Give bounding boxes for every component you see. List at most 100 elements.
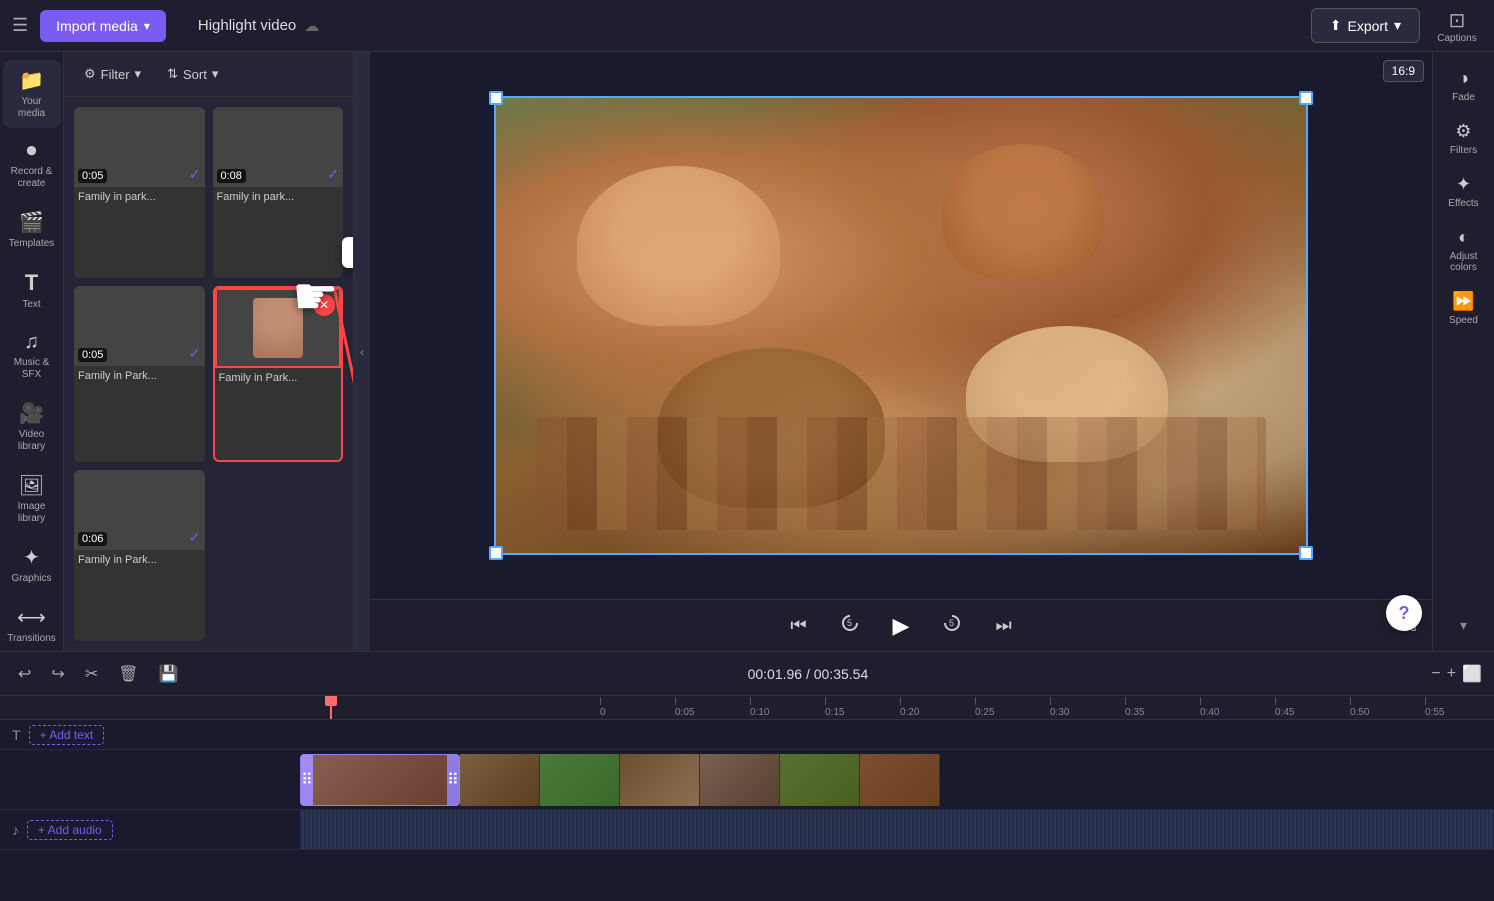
panel-collapse-button[interactable]: ‹ [354,52,370,651]
skip-back-button[interactable]: ⏮ [786,611,810,640]
timeline-content: 0 0:05 0:10 0:15 0:20 0:25 0:30 0:35 0:4… [0,696,1494,901]
clip-handle-right[interactable]: ⠿ [447,755,459,805]
play-button[interactable]: ▶ [889,609,914,643]
aspect-ratio-badge[interactable]: 16:9 [1383,60,1424,82]
ruler-mark-4: 0:20 [900,697,975,718]
ruler-mark-9: 0:45 [1275,697,1350,718]
sidebar-item-your-media[interactable]: 📁 Your media [3,60,61,128]
import-chevron-icon: ▾ [144,19,150,33]
audio-track-content [300,810,1494,849]
playback-controls: ⏮ 5 ▶ 5 ⏭ ⛶ [370,599,1432,651]
resize-handle-tr[interactable] [1299,91,1313,105]
ruler-mark-7: 0:35 [1125,697,1200,718]
media-duration-1: 0:05 [78,169,107,183]
zoom-in-button[interactable]: + [1447,665,1456,683]
media-name-2: Family in park... [213,187,344,209]
save-frame-button[interactable]: 💾 [153,660,185,688]
add-to-timeline-tooltip: Add to timeline [342,237,354,268]
timeline-playhead[interactable] [330,696,332,719]
add-audio-button[interactable]: + Add audio [27,820,113,840]
media-item-2[interactable]: 0:08 ✓ Family in park... [213,107,344,278]
captions-button[interactable]: ⊡ Captions [1432,8,1482,44]
media-item-3[interactable]: 0:05 ✓ Family in Park... [74,286,205,461]
video-clip-6[interactable] [780,754,860,806]
media-thumb-1: 0:05 ✓ [74,107,205,187]
zoom-out-button[interactable]: − [1431,665,1440,683]
sidebar-item-transitions[interactable]: ⟷ Transitions [3,597,61,651]
sidebar-item-graphics[interactable]: ✦ Graphics [3,537,61,593]
timeline-toolbar: ↩ ↪ ✂ 🗑 💾 00:01.96 / 00:35.54 − + ⬜ [0,652,1494,696]
main-area: 📁 Your media ⏺ Record &create 🎬 Template… [0,52,1494,651]
timeline-time-display: 00:01.96 / 00:35.54 [192,666,1423,682]
left-sidebar: 📁 Your media ⏺ Record &create 🎬 Template… [0,52,64,651]
sort-button[interactable]: ⇅ Sort ▾ [159,62,226,86]
cut-button[interactable]: ✂ [79,660,104,688]
rewind-button[interactable]: 5 [835,608,865,643]
svg-text:5: 5 [949,618,954,628]
right-sidebar-item-effects[interactable]: ✦ Effects [1435,166,1493,217]
collapse-down-icon: ▾ [1460,617,1467,633]
sidebar-item-templates[interactable]: 🎬 Templates [3,202,61,258]
project-title: Highlight video ☁ [178,17,1299,35]
timeline-ruler: 0 0:05 0:10 0:15 0:20 0:25 0:30 0:35 0:4… [0,696,1494,720]
skip-forward-button[interactable]: ⏭ [991,611,1015,640]
media-duration-3: 0:05 [78,348,107,362]
undo-button[interactable]: ↩ [12,660,37,688]
video-clip-2[interactable] [460,754,540,806]
add-text-button[interactable]: + Add text [29,725,105,745]
right-sidebar-item-speed[interactable]: ⏩ Speed [1435,283,1493,334]
ruler-mark-8: 0:40 [1200,697,1275,718]
media-panel-header: ⚙ Filter ▾ ⇅ Sort ▾ [64,52,353,97]
video-clip-5[interactable] [700,754,780,806]
sidebar-item-image-library[interactable]: 🖼 Image library [3,465,61,533]
import-media-button[interactable]: Import media ▾ [40,10,166,42]
delete-button[interactable]: 🗑 [112,660,144,688]
text-track-icon: T [12,727,21,743]
sidebar-item-music-sfx[interactable]: ♫ Music & SFX [3,323,61,389]
media-duration-5: 0:06 [78,532,107,546]
graphics-icon: ✦ [23,545,40,570]
media-thumb-5: 0:06 ✓ [74,470,205,550]
cloud-save-icon: ☁ [304,17,319,35]
media-thumb-2: 0:08 ✓ [213,107,344,187]
audio-track-icon: ♪ [12,822,19,838]
media-name-3: Family in Park... [74,366,205,388]
ruler-mark-0: 0 [600,697,675,718]
media-item-5[interactable]: 0:06 ✓ Family in Park... [74,470,205,641]
export-button[interactable]: ⬆ Export ▾ [1311,8,1420,43]
ruler-mark-11: 0:55 [1425,697,1494,718]
templates-icon: 🎬 [19,210,44,235]
clip-handle-left[interactable]: ⠿ [301,755,313,805]
video-clip-main[interactable]: ⠿ ⠿ [300,754,460,806]
right-sidebar-item-adjust-colors[interactable]: ◐ Adjust colors [1435,219,1493,281]
filter-chevron-icon: ▾ [135,66,142,82]
ruler-mark-1: 0:05 [675,697,750,718]
forward-button[interactable]: 5 [937,608,967,643]
right-sidebar-item-fade[interactable]: ◑ Fade [1435,60,1493,111]
resize-handle-br[interactable] [1299,546,1313,560]
menu-icon[interactable]: ☰ [12,15,28,36]
ruler-mark-10: 0:50 [1350,697,1425,718]
video-clips-secondary [460,754,940,806]
timeline-area: ↩ ↪ ✂ 🗑 💾 00:01.96 / 00:35.54 − + ⬜ 0 0:… [0,651,1494,901]
sidebar-item-video-library[interactable]: 🎥 Video library [3,393,61,461]
right-sidebar-item-filters[interactable]: ⚙ Filters [1435,113,1493,164]
fit-timeline-button[interactable]: ⬜ [1462,664,1482,684]
preview-area: 16:9 ⏮ 5 ▶ 5 [370,52,1432,651]
media-panel: ⚙ Filter ▾ ⇅ Sort ▾ 0:05 ✓ Family in par… [64,52,354,651]
audio-track: ♪ + Add audio [0,810,1494,850]
redo-button[interactable]: ↪ [45,660,70,688]
resize-handle-tl[interactable] [489,91,503,105]
help-button[interactable]: ? [1386,595,1422,631]
media-item-1[interactable]: 0:05 ✓ Family in park... [74,107,205,278]
video-clip-3[interactable] [540,754,620,806]
resize-handle-bl[interactable] [489,546,503,560]
captions-icon: ⊡ [1449,8,1466,33]
right-sidebar-collapse[interactable]: ▾ [1460,617,1467,643]
filter-button[interactable]: ⚙ Filter ▾ [76,62,149,86]
sidebar-item-record[interactable]: ⏺ Record &create [3,132,61,198]
video-clip-4[interactable] [620,754,700,806]
video-clip-7[interactable] [860,754,940,806]
playhead-handle[interactable] [325,696,337,706]
sidebar-item-text[interactable]: T Text [3,262,61,319]
